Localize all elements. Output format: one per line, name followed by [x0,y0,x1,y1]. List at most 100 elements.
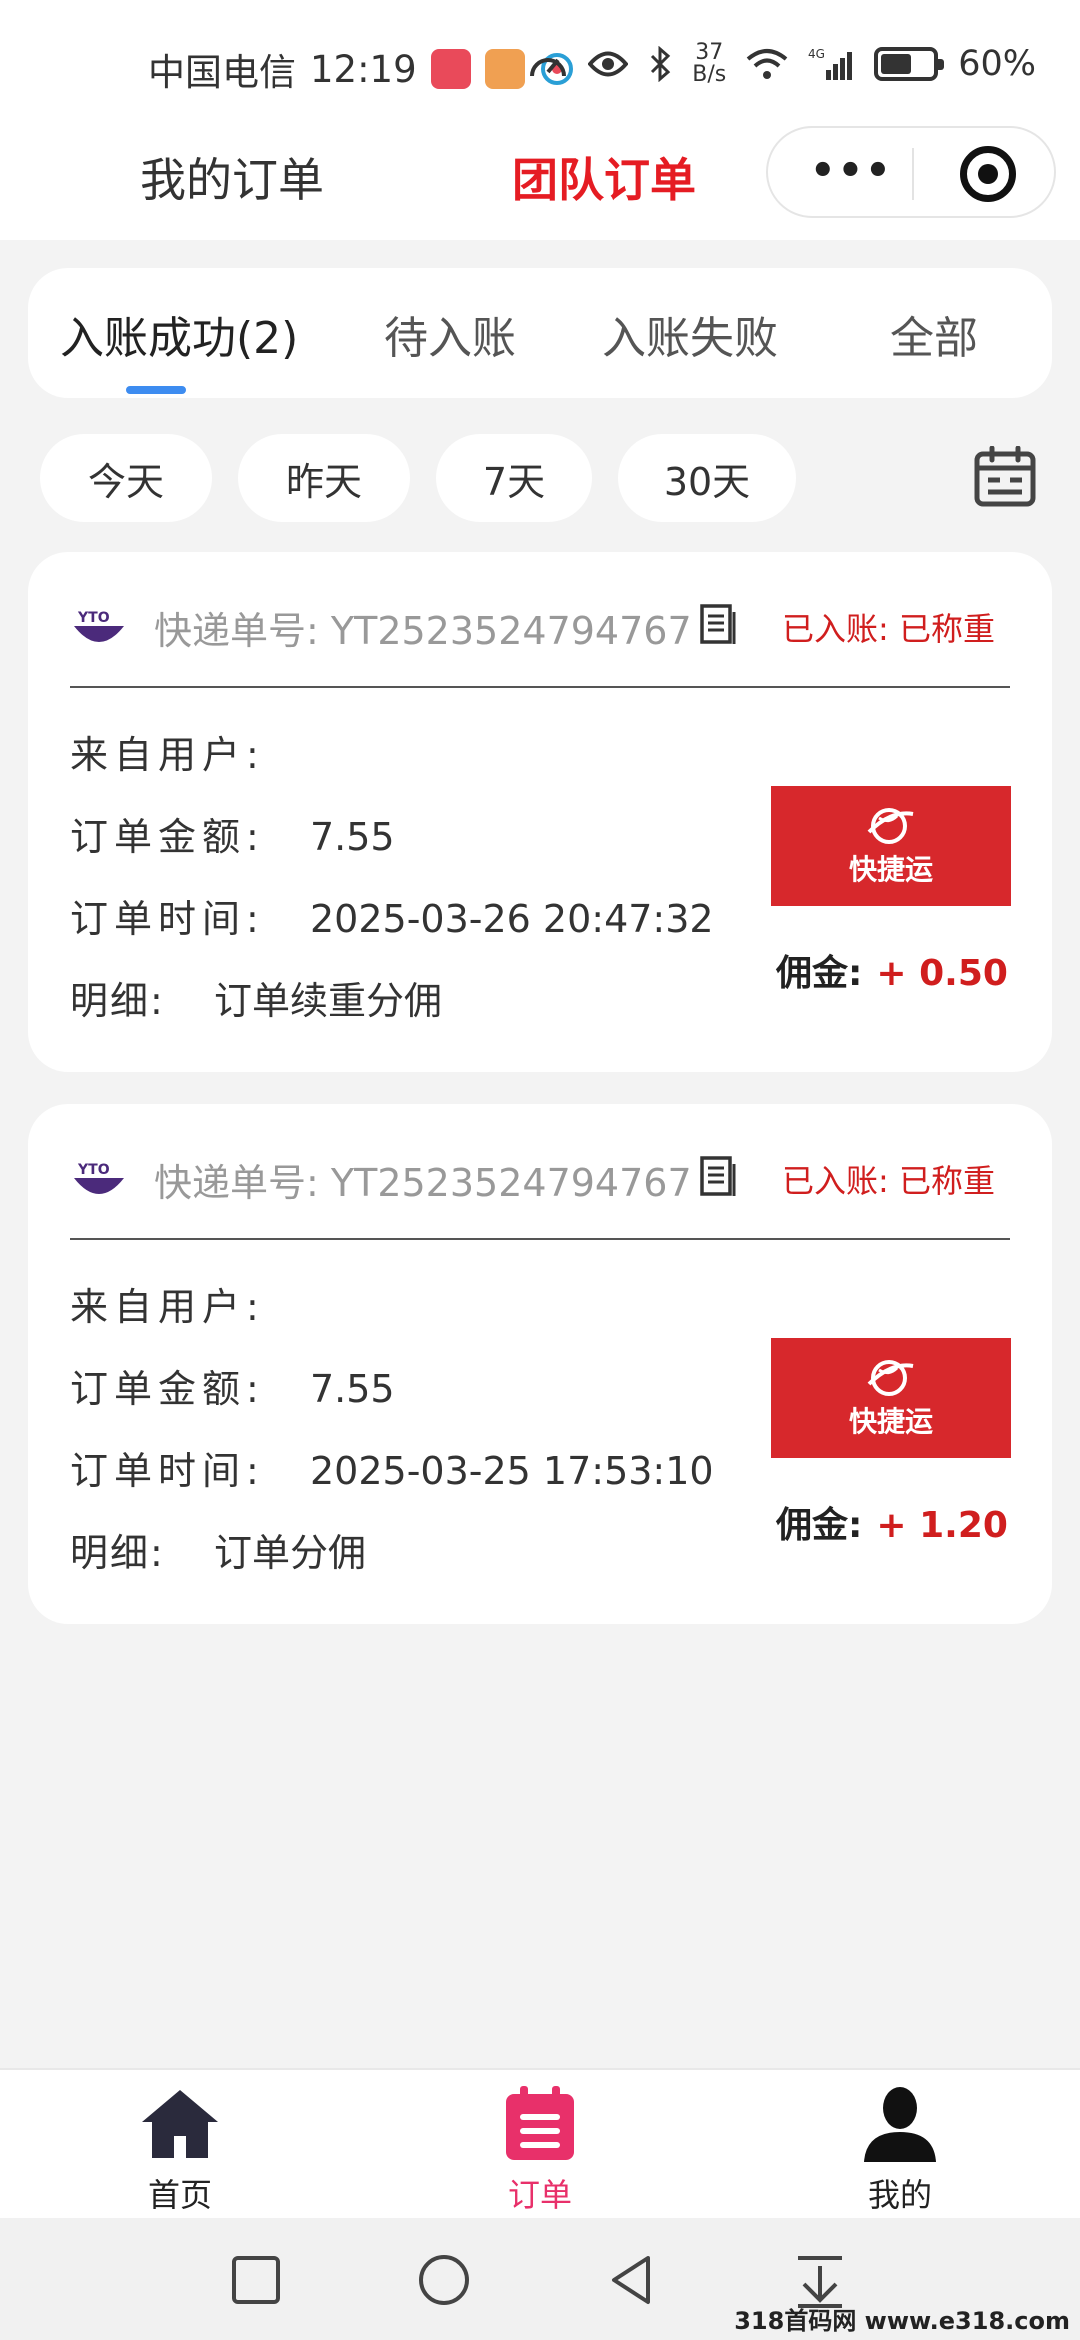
tab-failed[interactable]: 入账失败 [602,302,778,366]
status-tabs: 入账成功(2) 待入账 入账失败 全部 [28,268,1052,398]
globe-icon [867,1360,914,1396]
tracking-label: 快递单号: [154,1161,319,1205]
nav-orders[interactable]: 订单 [460,2084,620,2216]
notification-app-icon [484,49,525,89]
close-mini-program-button[interactable] [960,146,1016,202]
commission-label: 佣金: [776,953,863,994]
amount-value: 7.55 [310,1367,395,1411]
brand-name: 快捷运 [848,853,933,886]
notification-app-icon [430,49,471,89]
nav-mine[interactable]: 我的 [820,2084,980,2216]
network-speed-unit: B/s [692,62,727,87]
commission: 佣金: + 0.50 [776,944,1008,996]
carrier-logo-text: YTO [77,1162,110,1178]
tracking-value: YT2523524794767 [330,1161,692,1205]
detail-value: 订单分佣 [214,1531,367,1575]
filter-7-days[interactable]: 7天 [436,434,592,522]
from-user-label: 来自用户: [70,1285,265,1329]
from-user-row: 来自用户: [70,1276,310,1331]
header: 我的订单 团队订单 ••• [0,126,1080,240]
amount-label: 订单金额: [70,1367,265,1411]
speedometer-icon [530,58,567,77]
copy-icon[interactable] [698,602,738,646]
battery-icon [874,47,945,81]
cellular-signal-icon: 4G [808,47,853,80]
detail-value: 订单续重分佣 [214,979,443,1023]
mini-program-capsule: ••• [766,126,1056,218]
tracking-number: 快递单号: YT2523524794767 [154,1152,692,1207]
tracking-number: 快递单号: YT2523524794767 [154,600,692,655]
amount-value: 7.55 [310,815,395,859]
commission-label: 佣金: [776,1505,863,1546]
brand-badge: 快捷运 [771,1338,1011,1458]
order-card[interactable]: YTO 快递单号: YT2523524794767 已入账: 已称重 来自用户:… [28,552,1052,1072]
carrier-logo: YTO [70,1148,128,1206]
brand-name: 快捷运 [848,1405,933,1438]
system-nav-bar: 318首码网 www.e318.com [0,2218,1080,2340]
battery-percent: 60% [958,44,1036,84]
order-card[interactable]: YTO 快递单号: YT2523524794767 已入账: 已称重 来自用户:… [28,1104,1052,1624]
tracking-value: YT2523524794767 [330,609,692,653]
tab-team-orders[interactable]: 团队订单 [512,144,696,210]
home-button[interactable] [416,2252,472,2308]
copy-icon[interactable] [698,1154,738,1198]
active-tab-indicator [126,386,186,394]
watermark-text: 318首码网 www.e318.com [734,2307,1070,2335]
order-time-label: 订单时间: [70,1449,265,1493]
commission-value: + 1.20 [876,1505,1008,1546]
order-status: 已入账: 已称重 [782,610,995,648]
tab-my-orders[interactable]: 我的订单 [140,144,324,210]
card-divider [70,686,1010,688]
detail-row: 明细: 订单续重分佣 [70,970,442,1025]
user-icon [864,2087,936,2162]
card-divider [70,1238,1010,1240]
order-time-value: 2025-03-26 20:47:32 [310,897,714,941]
carrier-name: 中国电信 [148,51,296,94]
filter-30-days[interactable]: 30天 [618,434,796,522]
tab-pending[interactable]: 待入账 [384,302,516,366]
wifi-icon [746,49,788,79]
status-left: 中国电信 12:19 [148,42,575,96]
commission: 佣金: + 1.20 [776,1496,1008,1548]
from-user-label: 来自用户: [70,733,265,777]
amount-label: 订单金额: [70,815,265,859]
bottom-nav: 首页 订单 我的 [0,2068,1080,2218]
order-time-row: 订单时间: 2025-03-26 20:47:32 [70,888,714,943]
network-speed-value: 37 [695,40,724,65]
status-right: 37 B/s 4G 60% [528,42,1036,86]
notification-pull-down-button[interactable] [792,2252,848,2308]
carrier-logo-text: YTO [77,610,110,626]
tab-all[interactable]: 全部 [890,302,978,366]
recent-apps-button[interactable] [228,2252,284,2308]
status-bar: 中国电信 12:19 37 B/s 4G 60% [0,0,1080,130]
detail-label: 明细: [70,979,165,1023]
back-button[interactable] [604,2252,660,2308]
order-list-icon [506,2086,574,2160]
network-type-label: 4G [808,47,825,61]
eye-icon [588,51,629,77]
network-speed: 37 B/s [692,42,726,86]
from-user-row: 来自用户: [70,724,310,779]
tab-credited-success[interactable]: 入账成功(2) [60,302,298,366]
more-menu-button[interactable]: ••• [810,151,893,191]
nav-mine-label: 我的 [867,2176,932,2214]
detail-row: 明细: 订单分佣 [70,1522,366,1577]
order-status: 已入账: 已称重 [782,1162,995,1200]
filter-today[interactable]: 今天 [40,434,212,522]
tracking-label: 快递单号: [154,609,319,653]
bluetooth-icon [651,46,671,82]
nav-orders-label: 订单 [507,2176,572,2214]
capsule-divider [912,148,914,200]
battery-level [881,54,912,74]
amount-row: 订单金额: 7.55 [70,806,395,861]
filter-yesterday[interactable]: 昨天 [238,434,410,522]
detail-label: 明细: [70,1531,165,1575]
carrier-logo: YTO [70,596,128,654]
calendar-icon[interactable] [974,446,1036,508]
order-time-value: 2025-03-25 17:53:10 [310,1449,714,1493]
nav-home-label: 首页 [147,2176,212,2214]
nav-home[interactable]: 首页 [100,2084,260,2216]
commission-value: + 0.50 [876,953,1008,994]
order-time-row: 订单时间: 2025-03-25 17:53:10 [70,1440,714,1495]
amount-row: 订单金额: 7.55 [70,1358,395,1413]
